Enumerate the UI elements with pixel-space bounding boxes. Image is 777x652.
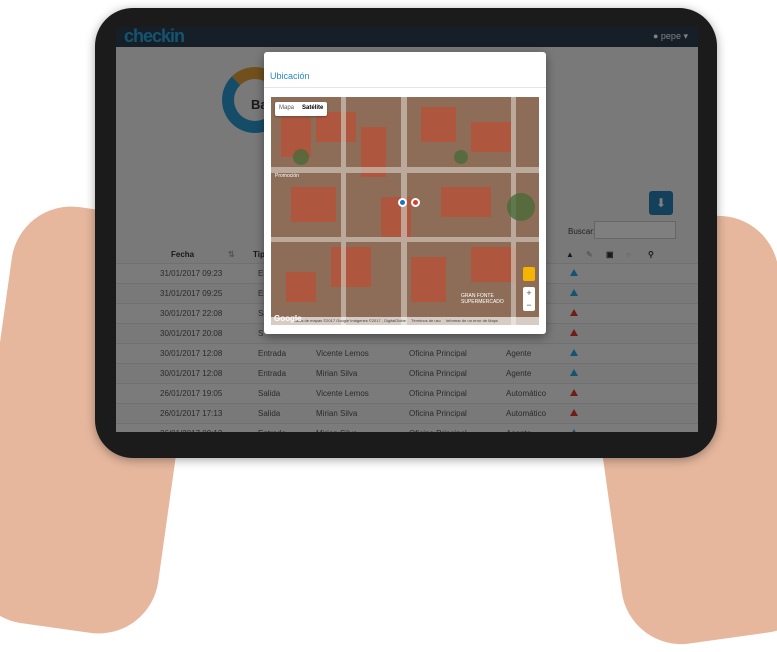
place-label: Promoción xyxy=(275,173,299,179)
map-view[interactable]: Mapa Satélite Promoción GRAN FONTE SUPERM… xyxy=(271,97,539,325)
report-error-link[interactable]: Informar de un error de Maps xyxy=(446,318,498,323)
zoom-control: + − xyxy=(523,287,535,311)
location-modal: Ubicación Mapa Satélite Promoción GRAN F… xyxy=(264,52,546,334)
attribution-text: Datos de mapas ©2017 Google Imágenes ©20… xyxy=(293,318,406,323)
terms-link[interactable]: Términos de uso xyxy=(411,318,441,323)
app-screen: checkin ● pepe ▾ Ba ⬇ Buscar: Fecha ⇅ Ti… xyxy=(116,27,698,432)
street-view-pegman-icon[interactable] xyxy=(523,267,535,281)
map-type-control: Mapa Satélite xyxy=(275,102,328,116)
map-type-map[interactable]: Mapa xyxy=(275,102,298,114)
satellite-imagery xyxy=(271,97,539,325)
place-label: GRAN FONTE SUPERMERCADO xyxy=(461,293,504,305)
zoom-out-button[interactable]: − xyxy=(523,299,535,311)
zoom-in-button[interactable]: + xyxy=(523,287,535,299)
map-attribution: Datos de mapas ©2017 Google Imágenes ©20… xyxy=(271,317,539,325)
modal-title: Ubicación xyxy=(270,71,310,81)
modal-divider xyxy=(264,87,546,88)
map-type-satellite[interactable]: Satélite xyxy=(298,102,327,114)
google-logo[interactable]: Google xyxy=(274,314,302,323)
location-marker-blue[interactable] xyxy=(398,198,407,207)
location-marker-red[interactable] xyxy=(411,198,420,207)
